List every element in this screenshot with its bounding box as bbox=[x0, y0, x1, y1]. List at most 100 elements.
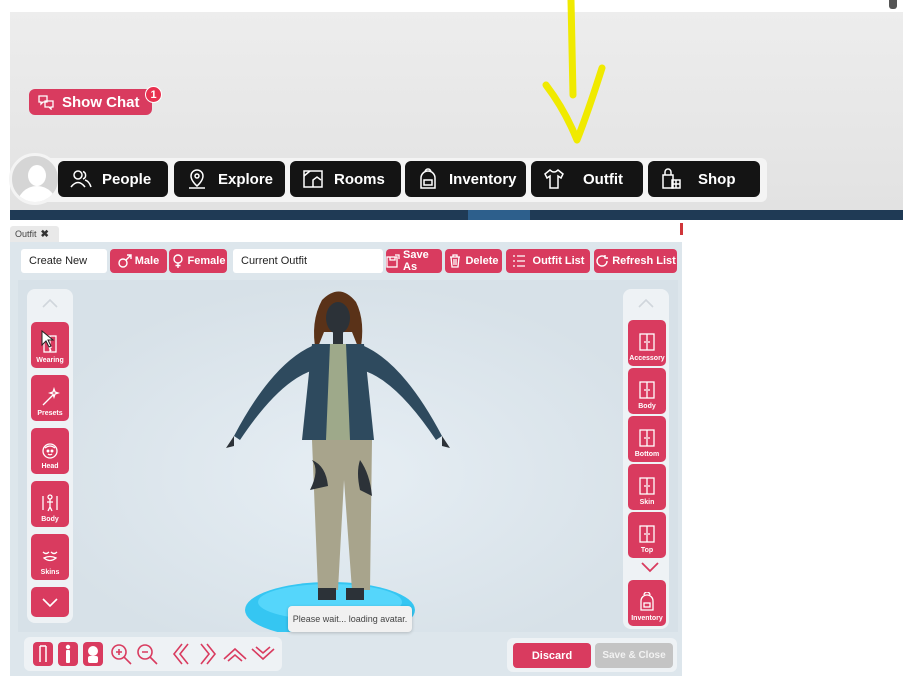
chevron-down-icon[interactable] bbox=[639, 559, 661, 575]
category-top-button[interactable]: Top bbox=[628, 512, 666, 558]
category-accessory-button[interactable]: Accessory bbox=[628, 320, 666, 366]
wardrobe-icon bbox=[639, 429, 655, 447]
category-right-body-label: Body bbox=[638, 403, 656, 410]
nav-outfit-label: Outfit bbox=[583, 170, 623, 188]
male-label: Male bbox=[134, 255, 160, 267]
nav-inventory-button[interactable]: Inventory bbox=[405, 161, 526, 197]
view-legs-button[interactable] bbox=[33, 642, 53, 666]
wardrobe-icon bbox=[639, 525, 655, 543]
rotate-left-icon[interactable] bbox=[168, 641, 194, 667]
screen: Show Chat 1 People Explore Rooms Invento… bbox=[0, 0, 903, 676]
rotate-right-icon[interactable] bbox=[195, 641, 221, 667]
delete-button[interactable]: Delete bbox=[445, 249, 502, 273]
category-bottom-button[interactable]: Bottom bbox=[628, 416, 666, 462]
save-as-label: Save As bbox=[403, 249, 429, 273]
tilt-up-icon[interactable] bbox=[222, 641, 248, 667]
chat-notification-badge: 1 bbox=[145, 86, 162, 103]
save-close-button[interactable]: Save & Close bbox=[595, 643, 673, 668]
mouse-cursor-icon bbox=[41, 330, 55, 348]
legs-icon bbox=[39, 645, 47, 662]
viewport-corner-mark bbox=[889, 0, 897, 9]
nav-outfit-button[interactable]: Outfit bbox=[531, 161, 643, 197]
view-full-body-button[interactable] bbox=[58, 642, 78, 666]
zoom-out-icon[interactable] bbox=[134, 641, 160, 667]
category-skin-button[interactable]: Skin bbox=[628, 464, 666, 510]
rooms-icon bbox=[303, 170, 323, 188]
save-as-icon bbox=[386, 254, 400, 268]
nav-rooms-button[interactable]: Rooms bbox=[290, 161, 401, 197]
category-presets-label: Presets bbox=[37, 410, 63, 417]
category-skins-label: Skins bbox=[40, 569, 60, 576]
outfit-list-label: Outfit List bbox=[532, 255, 585, 267]
view-head-button[interactable] bbox=[83, 642, 103, 666]
delete-label: Delete bbox=[465, 255, 499, 267]
location-pin-icon bbox=[189, 169, 205, 189]
create-new-label: Create New bbox=[21, 249, 107, 273]
wardrobe-icon bbox=[639, 381, 655, 399]
nav-shop-button[interactable]: Shop bbox=[648, 161, 760, 197]
male-symbol-icon bbox=[118, 254, 132, 268]
current-outfit-field[interactable]: Current Outfit bbox=[233, 249, 383, 273]
category-head-label: Head bbox=[41, 463, 59, 470]
chevron-up-icon[interactable] bbox=[41, 297, 59, 309]
category-skin-label: Skin bbox=[639, 499, 655, 506]
nav-rooms-label: Rooms bbox=[334, 170, 385, 188]
tilt-down-icon[interactable] bbox=[250, 641, 276, 667]
category-body-label: Body bbox=[41, 516, 59, 523]
backpack-icon bbox=[420, 168, 436, 189]
category-skins-button[interactable]: Skins bbox=[31, 534, 69, 580]
avatar-model bbox=[226, 291, 450, 632]
loading-message: Please wait... loading avatar. bbox=[288, 606, 412, 632]
nav-explore-button[interactable]: Explore bbox=[174, 161, 285, 197]
save-as-button[interactable]: Save As bbox=[386, 249, 442, 273]
category-right-body-button[interactable]: Body bbox=[628, 368, 666, 414]
male-button[interactable]: Male bbox=[110, 249, 167, 273]
show-chat-button[interactable]: Show Chat bbox=[29, 89, 152, 115]
people-icon bbox=[70, 170, 92, 188]
nav-shop-label: Shop bbox=[698, 170, 736, 188]
shopping-bag-icon bbox=[662, 168, 681, 189]
window-divider-strip bbox=[10, 210, 903, 220]
nav-people-label: People bbox=[102, 170, 152, 188]
refresh-list-label: Refresh List bbox=[612, 255, 676, 267]
trash-icon bbox=[450, 254, 461, 268]
body-sliders-icon bbox=[42, 494, 58, 512]
category-body-button[interactable]: Body bbox=[31, 481, 69, 527]
refresh-icon bbox=[596, 255, 609, 267]
scroll-down-button[interactable] bbox=[31, 587, 69, 617]
nav-people-button[interactable]: People bbox=[58, 161, 168, 197]
nav-explore-label: Explore bbox=[218, 170, 274, 188]
zoom-in-icon[interactable] bbox=[108, 641, 134, 667]
close-icon[interactable]: ✖ bbox=[41, 229, 49, 240]
category-accessory-label: Accessory bbox=[629, 355, 665, 362]
tab-outfit[interactable]: Outfit ✖ bbox=[10, 226, 59, 242]
female-button[interactable]: Female bbox=[169, 249, 227, 273]
category-bottom-label: Bottom bbox=[634, 451, 660, 458]
window-edge-mark bbox=[680, 223, 683, 235]
backpack-icon bbox=[640, 592, 654, 611]
nav-inventory-label: Inventory bbox=[449, 170, 517, 188]
wardrobe-icon bbox=[639, 333, 655, 351]
head-bust-icon bbox=[88, 646, 98, 663]
female-symbol-icon bbox=[172, 254, 183, 268]
magic-wand-icon bbox=[42, 387, 60, 406]
category-presets-button[interactable]: Presets bbox=[31, 375, 69, 421]
discard-button[interactable]: Discard bbox=[513, 643, 591, 668]
chevron-up-icon[interactable] bbox=[637, 297, 655, 309]
show-chat-label: Show Chat bbox=[62, 93, 140, 111]
user-avatar[interactable] bbox=[9, 153, 61, 205]
category-head-button[interactable]: Head bbox=[31, 428, 69, 474]
list-icon bbox=[512, 255, 525, 267]
female-label: Female bbox=[187, 255, 226, 267]
wardrobe-icon bbox=[639, 477, 655, 495]
category-inventory-button[interactable]: Inventory bbox=[628, 580, 666, 626]
refresh-list-button[interactable]: Refresh List bbox=[594, 249, 677, 273]
face-skin-icon bbox=[42, 551, 58, 562]
tab-outfit-label: Outfit bbox=[15, 229, 37, 239]
category-top-label: Top bbox=[640, 547, 654, 554]
chat-bubbles-icon bbox=[38, 95, 54, 110]
full-body-icon bbox=[65, 644, 71, 663]
category-wearing-label: Wearing bbox=[36, 357, 64, 364]
head-icon bbox=[42, 443, 58, 459]
outfit-list-button[interactable]: Outfit List bbox=[506, 249, 590, 273]
